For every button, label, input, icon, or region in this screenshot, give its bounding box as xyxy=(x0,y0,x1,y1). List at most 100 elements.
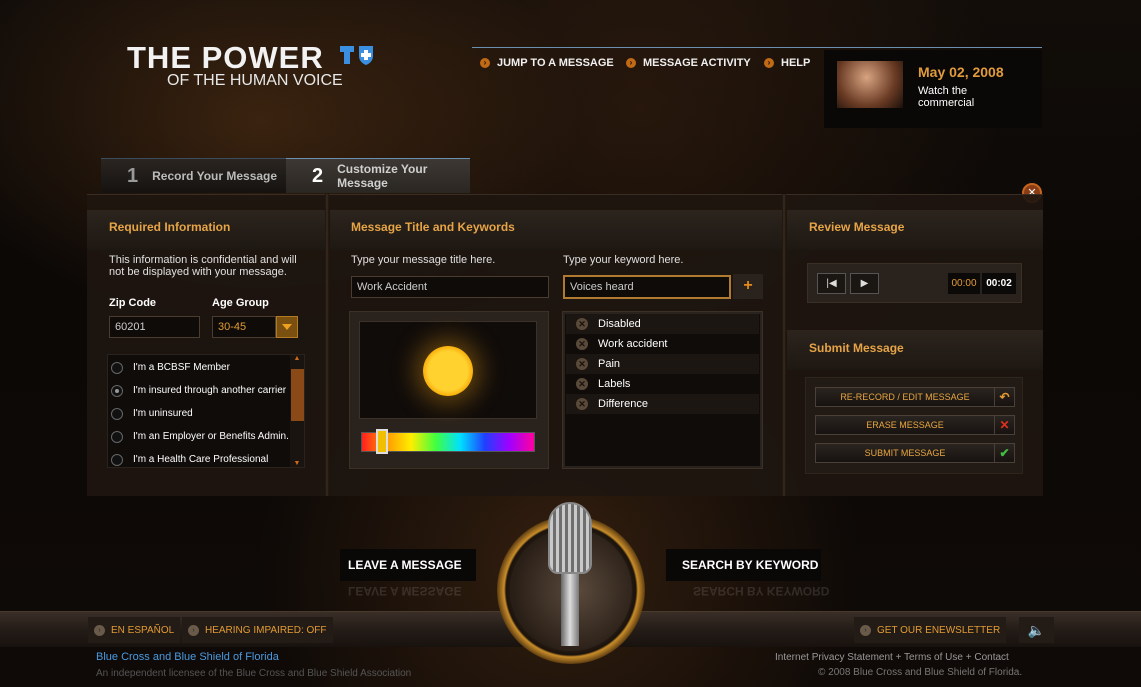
radio-button[interactable] xyxy=(111,407,123,420)
keyword-item: ✕ Difference xyxy=(566,394,759,414)
keyword-prompt: Type your keyword here. xyxy=(563,254,684,266)
licensee-note: An independent licensee of the Blue Cros… xyxy=(96,668,412,679)
button-label: ERASE MESSAGE xyxy=(866,420,944,430)
column-divider xyxy=(782,194,786,496)
radio-label: I'm insured through another carrier xyxy=(133,385,287,396)
keyword-label: Labels xyxy=(598,378,631,390)
message-title-input[interactable]: Work Accident xyxy=(351,276,549,298)
title-prompt: Type your message title here. xyxy=(351,254,496,266)
nav-divider xyxy=(472,47,1042,48)
link-label: HEARING IMPAIRED: OFF xyxy=(205,624,327,636)
arrow-bullet-icon: › xyxy=(764,58,774,68)
spanish-link[interactable]: › EN ESPAÑOL xyxy=(88,617,181,643)
scroll-up-icon[interactable]: ▲ xyxy=(290,355,304,362)
radio-button[interactable] xyxy=(111,453,123,466)
play-icon[interactable]: ▶ xyxy=(850,273,879,294)
brand-link[interactable]: Blue Cross and Blue Shield of Florida xyxy=(96,651,279,663)
re-record-button[interactable]: RE-RECORD / EDIT MESSAGE ↶ xyxy=(815,387,1015,407)
remove-keyword-icon[interactable]: ✕ xyxy=(576,358,588,370)
add-keyword-button[interactable]: + xyxy=(733,274,763,299)
radio-option[interactable]: I'm uninsured xyxy=(108,402,291,425)
radio-label: I'm a Health Care Professional xyxy=(133,454,269,465)
promo-date: May 02, 2008 xyxy=(918,64,1004,80)
logo-subtitle: OF THE HUMAN VOICE xyxy=(167,72,343,89)
tab-label: Customize Your Message xyxy=(337,162,428,190)
age-group-select[interactable]: 30-45 xyxy=(212,316,276,338)
zip-label: Zip Code xyxy=(109,297,157,309)
scrollbar-thumb[interactable] xyxy=(291,369,304,421)
nav-label: MESSAGE ACTIVITY xyxy=(643,57,751,69)
submit-message-button[interactable]: SUBMIT MESSAGE ✔ xyxy=(815,443,1015,463)
radio-option[interactable]: I'm a Health Care Professional xyxy=(108,448,291,471)
keyword-label: Pain xyxy=(598,358,621,370)
watch-commercial-link[interactable]: Watch the commercial xyxy=(918,85,998,109)
arrow-bullet-icon: › xyxy=(94,624,105,636)
leave-message-reflection: LEAVE A MESSAGE xyxy=(348,584,462,598)
erase-message-button[interactable]: ERASE MESSAGE ✕ xyxy=(815,415,1015,435)
tab-record-message[interactable]: 1 Record Your Message xyxy=(101,158,286,193)
chevron-down-icon[interactable] xyxy=(276,316,298,338)
radio-label: I'm uninsured xyxy=(133,408,193,419)
slider-handle[interactable] xyxy=(375,429,388,454)
radio-button-selected[interactable] xyxy=(111,384,123,397)
scroll-down-icon[interactable]: ▼ xyxy=(290,460,304,467)
keyword-label: Difference xyxy=(598,398,648,410)
keyword-item: ✕ Disabled xyxy=(566,314,759,334)
logo-title: THE POWER xyxy=(127,40,324,75)
keyword-item: ✕ Work accident xyxy=(566,334,759,354)
radio-button[interactable] xyxy=(111,361,123,374)
age-label: Age Group xyxy=(212,297,269,309)
radio-label: I'm an Employer or Benefits Admin. xyxy=(133,431,289,442)
tab-customize-message[interactable]: 2 Customize Your Message xyxy=(286,158,470,193)
nav-help[interactable]: › HELP xyxy=(764,57,810,69)
arrow-bullet-icon: › xyxy=(188,624,199,636)
undo-icon: ↶ xyxy=(994,388,1014,406)
keyword-item: ✕ Labels xyxy=(566,374,759,394)
keyword-label: Work accident xyxy=(598,338,668,350)
link-label: GET OUR ENEWSLETTER xyxy=(877,624,1001,636)
newsletter-link[interactable]: › GET OUR ENEWSLETTER xyxy=(854,617,1007,643)
remove-keyword-icon[interactable]: ✕ xyxy=(576,338,588,350)
zip-code-input[interactable]: 60201 xyxy=(109,316,200,338)
tab-number: 1 xyxy=(127,164,139,187)
button-label: SEARCH BY KEYWORD xyxy=(682,558,819,572)
member-type-list: I'm a BCBSF Member I'm insured through a… xyxy=(107,354,305,468)
rewind-icon[interactable]: |◀ xyxy=(817,273,846,294)
nav-label: HELP xyxy=(781,57,811,69)
elapsed-time: 00:00 xyxy=(948,273,980,294)
nav-jump-to-message[interactable]: › JUMP TO A MESSAGE xyxy=(480,57,614,69)
hearing-impaired-toggle[interactable]: › HEARING IMPAIRED: OFF xyxy=(182,617,333,643)
confidential-note: This information is confidential and wil… xyxy=(109,254,297,278)
search-keyword-button[interactable]: SEARCH BY KEYWORD xyxy=(666,549,821,581)
speaker-icon[interactable]: 🔈 xyxy=(1019,617,1054,643)
remove-keyword-icon[interactable]: ✕ xyxy=(576,378,588,390)
leave-message-button[interactable]: LEAVE A MESSAGE xyxy=(340,549,476,581)
radio-option[interactable]: I'm insured through another carrier xyxy=(108,379,291,402)
arrow-bullet-icon: › xyxy=(860,624,871,636)
column-divider xyxy=(325,194,329,496)
copyright: © 2008 Blue Cross and Blue Shield of Flo… xyxy=(818,667,1023,678)
search-keyword-reflection: SEARCH BY KEYWORD xyxy=(693,584,830,598)
button-label: SUBMIT MESSAGE xyxy=(864,448,946,458)
remove-keyword-icon[interactable]: ✕ xyxy=(576,398,588,410)
commercial-thumbnail[interactable] xyxy=(837,61,903,108)
keyword-label: Disabled xyxy=(598,318,641,330)
bcbs-logo-icon xyxy=(340,46,373,65)
title-keywords-heading: Message Title and Keywords xyxy=(351,220,515,234)
arrow-bullet-icon: › xyxy=(626,58,636,68)
keyword-item: ✕ Pain xyxy=(566,354,759,374)
footer-links[interactable]: Internet Privacy Statement + Terms of Us… xyxy=(775,652,1009,663)
microphone-stand xyxy=(561,574,579,646)
color-glow-preview xyxy=(423,346,473,396)
close-icon: ✕ xyxy=(994,416,1014,434)
arrow-bullet-icon: › xyxy=(480,58,490,68)
keyword-input[interactable]: Voices heard xyxy=(563,275,731,299)
radio-option[interactable]: I'm a BCBSF Member xyxy=(108,356,291,379)
nav-label: JUMP TO A MESSAGE xyxy=(497,57,614,69)
radio-option[interactable]: I'm an Employer or Benefits Admin. xyxy=(108,425,291,448)
remove-keyword-icon[interactable]: ✕ xyxy=(576,318,588,330)
microphone-icon xyxy=(548,502,592,574)
tab-number: 2 xyxy=(312,164,324,187)
nav-message-activity[interactable]: › MESSAGE ACTIVITY xyxy=(626,57,751,69)
radio-button[interactable] xyxy=(111,430,123,443)
